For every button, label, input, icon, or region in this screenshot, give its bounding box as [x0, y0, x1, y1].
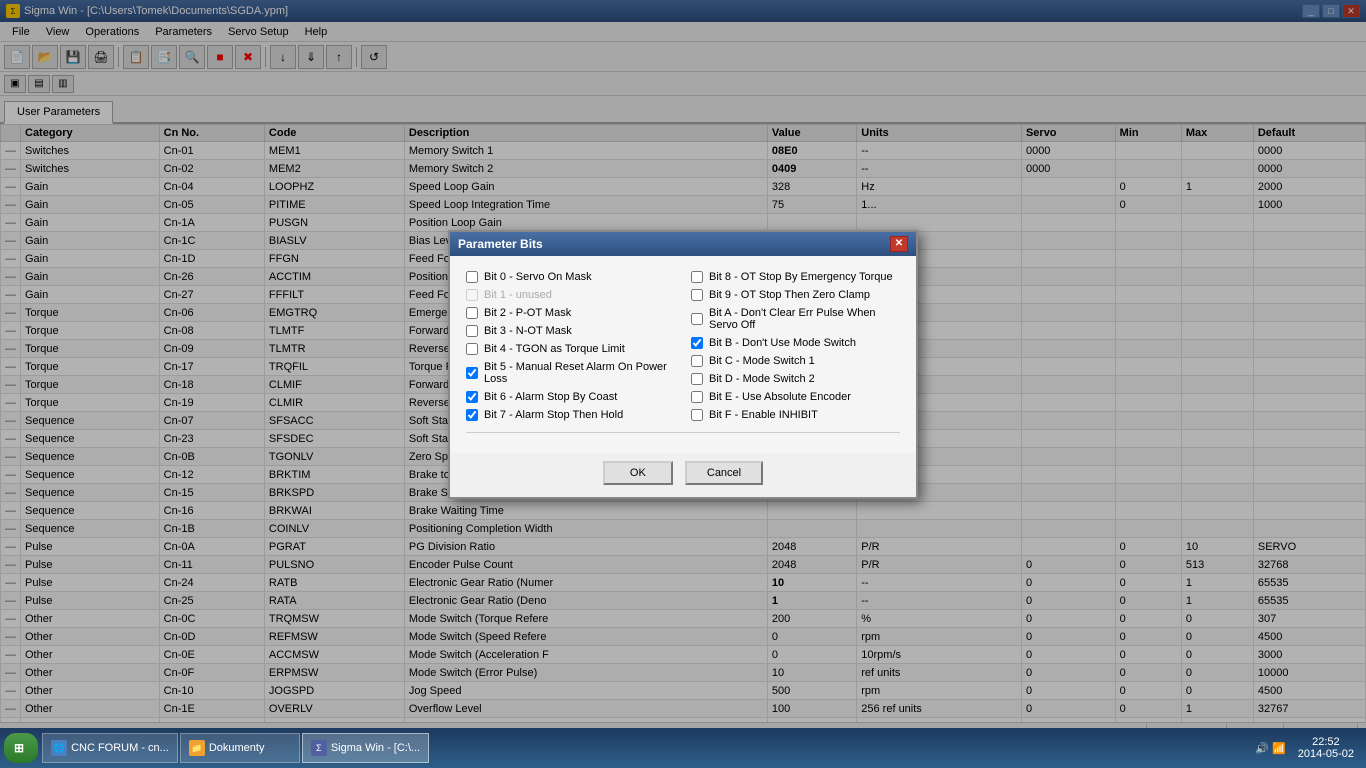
- checkbox-item-bitE[interactable]: Bit E - Use Absolute Encoder: [691, 388, 900, 406]
- checkbox-label-bit7: Bit 7 - Alarm Stop Then Hold: [484, 409, 623, 421]
- cancel-button[interactable]: Cancel: [685, 461, 763, 485]
- dialog-footer: OK Cancel: [450, 453, 916, 497]
- checkbox-label-bit4: Bit 4 - TGON as Torque Limit: [484, 343, 625, 355]
- checkbox-bitE[interactable]: [691, 391, 703, 403]
- checkbox-label-bitA: Bit A - Don't Clear Err Pulse When Servo…: [709, 307, 900, 331]
- checkbox-bit8[interactable]: [691, 271, 703, 283]
- clock-date: 2014-05-02: [1298, 748, 1354, 760]
- checkbox-item-bitF[interactable]: Bit F - Enable INHIBIT: [691, 406, 900, 424]
- checkbox-bit9[interactable]: [691, 289, 703, 301]
- checkbox-label-bit8: Bit 8 - OT Stop By Emergency Torque: [709, 271, 893, 283]
- sigma-icon: Σ: [311, 740, 327, 756]
- checkbox-bitF[interactable]: [691, 409, 703, 421]
- checkbox-item-bit2[interactable]: Bit 2 - P-OT Mask: [466, 304, 675, 322]
- checkbox-label-bit9: Bit 9 - OT Stop Then Zero Clamp: [709, 289, 870, 301]
- browser-icon: 🌐: [51, 740, 67, 756]
- taskbar-items: 🌐 CNC FORUM - cn... 📁 Dokumenty Σ Sigma …: [42, 733, 1251, 763]
- taskbar-sigma-label: Sigma Win - [C:\...: [331, 742, 420, 754]
- checkbox-item-bit7[interactable]: Bit 7 - Alarm Stop Then Hold: [466, 406, 675, 424]
- modal-overlay: Parameter Bits ✕ Bit 0 - Servo On MaskBi…: [0, 0, 1366, 728]
- checkbox-bit1[interactable]: [466, 289, 478, 301]
- docs-icon: 📁: [189, 740, 205, 756]
- checkbox-label-bit6: Bit 6 - Alarm Stop By Coast: [484, 391, 617, 403]
- taskbar-item-sigma[interactable]: Σ Sigma Win - [C:\...: [302, 733, 429, 763]
- checkbox-label-bitB: Bit B - Don't Use Mode Switch: [709, 337, 856, 349]
- checkbox-label-bitE: Bit E - Use Absolute Encoder: [709, 391, 851, 403]
- checkbox-item-bitC[interactable]: Bit C - Mode Switch 1: [691, 352, 900, 370]
- checkbox-bitA[interactable]: [691, 313, 703, 325]
- checkbox-item-bit8[interactable]: Bit 8 - OT Stop By Emergency Torque: [691, 268, 900, 286]
- checkbox-bit6[interactable]: [466, 391, 478, 403]
- dialog-bits-left: Bit 0 - Servo On Mask Bit 1 - unused Bit 2…: [466, 268, 675, 424]
- taskbar-clock: 22:52 2014-05-02: [1290, 736, 1362, 760]
- checkbox-item-bit0[interactable]: Bit 0 - Servo On Mask: [466, 268, 675, 286]
- dialog-close-button[interactable]: ✕: [890, 236, 908, 252]
- checkbox-label-bitF: Bit F - Enable INHIBIT: [709, 409, 818, 421]
- checkbox-label-bit2: Bit 2 - P-OT Mask: [484, 307, 571, 319]
- dialog-title-bar: Parameter Bits ✕: [450, 232, 916, 256]
- taskbar-system: 🔊 📶: [1251, 742, 1289, 755]
- checkbox-bit4[interactable]: [466, 343, 478, 355]
- checkbox-label-bitC: Bit C - Mode Switch 1: [709, 355, 815, 367]
- dialog-body: Bit 0 - Servo On Mask Bit 1 - unused Bit 2…: [450, 256, 916, 453]
- sys-icons: 🔊 📶: [1255, 742, 1285, 755]
- checkbox-item-bitB[interactable]: Bit B - Don't Use Mode Switch: [691, 334, 900, 352]
- checkbox-item-bit6[interactable]: Bit 6 - Alarm Stop By Coast: [466, 388, 675, 406]
- dialog-bits-right: Bit 8 - OT Stop By Emergency Torque Bit 9…: [691, 268, 900, 424]
- checkbox-bitD[interactable]: [691, 373, 703, 385]
- clock-time: 22:52: [1298, 736, 1354, 748]
- taskbar-item-docs[interactable]: 📁 Dokumenty: [180, 733, 300, 763]
- checkbox-bit2[interactable]: [466, 307, 478, 319]
- dialog-bits-grid: Bit 0 - Servo On Mask Bit 1 - unused Bit 2…: [466, 268, 900, 424]
- checkbox-label-bitD: Bit D - Mode Switch 2: [709, 373, 815, 385]
- checkbox-item-bit5[interactable]: Bit 5 - Manual Reset Alarm On Power Loss: [466, 358, 675, 388]
- checkbox-item-bit3[interactable]: Bit 3 - N-OT Mask: [466, 322, 675, 340]
- checkbox-label-bit1: Bit 1 - unused: [484, 289, 552, 301]
- taskbar: ⊞ 🌐 CNC FORUM - cn... 📁 Dokumenty Σ Sigm…: [0, 728, 1366, 768]
- taskbar-browser-label: CNC FORUM - cn...: [71, 742, 169, 754]
- start-button[interactable]: ⊞: [4, 733, 38, 763]
- checkbox-label-bit5: Bit 5 - Manual Reset Alarm On Power Loss: [484, 361, 675, 385]
- checkbox-label-bit0: Bit 0 - Servo On Mask: [484, 271, 592, 283]
- checkbox-label-bit3: Bit 3 - N-OT Mask: [484, 325, 572, 337]
- checkbox-bit3[interactable]: [466, 325, 478, 337]
- checkbox-item-bitD[interactable]: Bit D - Mode Switch 2: [691, 370, 900, 388]
- taskbar-item-browser[interactable]: 🌐 CNC FORUM - cn...: [42, 733, 178, 763]
- parameter-bits-dialog: Parameter Bits ✕ Bit 0 - Servo On MaskBi…: [448, 230, 918, 499]
- checkbox-item-bit9[interactable]: Bit 9 - OT Stop Then Zero Clamp: [691, 286, 900, 304]
- checkbox-item-bit4[interactable]: Bit 4 - TGON as Torque Limit: [466, 340, 675, 358]
- checkbox-item-bitA[interactable]: Bit A - Don't Clear Err Pulse When Servo…: [691, 304, 900, 334]
- checkbox-bitC[interactable]: [691, 355, 703, 367]
- ok-button[interactable]: OK: [603, 461, 673, 485]
- checkbox-bitB[interactable]: [691, 337, 703, 349]
- checkbox-bit5[interactable]: [466, 367, 478, 379]
- checkbox-bit0[interactable]: [466, 271, 478, 283]
- taskbar-docs-label: Dokumenty: [209, 742, 265, 754]
- checkbox-item-bit1[interactable]: Bit 1 - unused: [466, 286, 675, 304]
- start-icon: ⊞: [14, 741, 24, 755]
- dialog-title-label: Parameter Bits: [458, 237, 543, 251]
- checkbox-bit7[interactable]: [466, 409, 478, 421]
